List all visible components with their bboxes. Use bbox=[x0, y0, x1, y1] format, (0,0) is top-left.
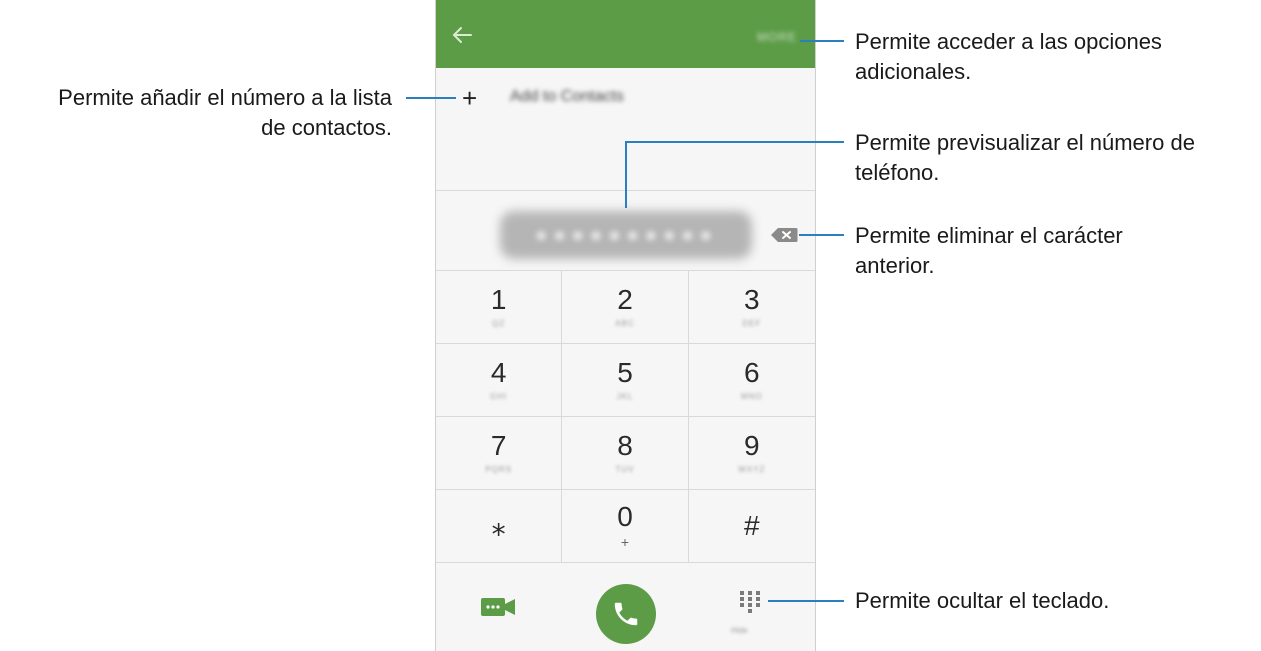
key-digit: ⁎ bbox=[491, 510, 506, 541]
key-digit: 2 bbox=[617, 284, 633, 315]
key-letters: GHI bbox=[490, 392, 508, 401]
more-button[interactable]: MORE bbox=[757, 30, 797, 44]
callout-text: anterior. bbox=[855, 253, 935, 278]
arrow-left-icon[interactable] bbox=[452, 26, 472, 44]
key-hash[interactable]: # bbox=[688, 490, 815, 563]
callout-hide-keypad: Permite ocultar el teclado. bbox=[855, 586, 1109, 616]
key-0[interactable]: 0 + bbox=[562, 490, 689, 563]
key-6[interactable]: 6 MNO bbox=[688, 344, 815, 417]
keypad: 1 QZ 2 ABC 3 DEF 4 GHI 5 JKL 6 MNO 7 PQRS 8 TUV … bbox=[436, 270, 815, 563]
key-digit: 0 bbox=[617, 501, 633, 532]
backspace-icon[interactable] bbox=[770, 227, 798, 243]
callout-text: de contactos. bbox=[261, 115, 392, 140]
add-to-contacts-label: Add to Contacts bbox=[510, 88, 624, 105]
key-digit: 7 bbox=[490, 430, 507, 461]
callout-add-contact: Permite añadir el número a la lista de c… bbox=[8, 83, 392, 143]
callout-text: Permite acceder a las opciones bbox=[855, 29, 1162, 54]
callout-text: teléfono. bbox=[855, 160, 940, 185]
callout-line-more bbox=[800, 40, 844, 42]
plus-icon: + bbox=[462, 83, 478, 113]
add-to-contacts-row[interactable]: + Add to Contacts bbox=[436, 70, 815, 126]
callout-line-add bbox=[406, 97, 456, 99]
video-call-icon[interactable] bbox=[480, 596, 516, 618]
key-letters: WXYZ bbox=[738, 465, 766, 474]
top-bar: MORE bbox=[436, 0, 815, 68]
key-letters: PQRS bbox=[485, 465, 512, 474]
key-digit: 1 bbox=[490, 284, 507, 315]
callout-text: adicionales. bbox=[855, 59, 972, 84]
bottom-actions: Hide bbox=[436, 564, 815, 651]
key-digit: 9 bbox=[744, 430, 760, 461]
key-letters: TUV bbox=[615, 465, 635, 474]
key-9[interactable]: 9 WXYZ bbox=[688, 417, 815, 490]
key-digit: # bbox=[744, 510, 760, 541]
key-star[interactable]: ⁎ bbox=[436, 490, 563, 563]
callout-text: Permite ocultar el teclado. bbox=[855, 588, 1110, 613]
callout-text: Permite añadir el número a la lista bbox=[58, 85, 392, 110]
callout-text: Permite eliminar el carácter bbox=[855, 223, 1123, 248]
key-digit: 8 bbox=[617, 430, 633, 461]
key-letters: DEF bbox=[742, 319, 762, 328]
key-letters: ABC bbox=[615, 319, 635, 328]
callout-preview: Permite previsualizar el número de teléf… bbox=[855, 128, 1195, 188]
key-8[interactable]: 8 TUV bbox=[562, 417, 689, 490]
key-2[interactable]: 2 ABC bbox=[562, 271, 689, 344]
key-digit: 5 bbox=[617, 357, 633, 388]
callout-line-hide bbox=[768, 600, 844, 602]
key-5[interactable]: 5 JKL bbox=[562, 344, 689, 417]
key-digit: 6 bbox=[744, 357, 760, 388]
dialer-screen: MORE + Add to Contacts ●●●●●●●●●● 1 QZ 2 A… bbox=[435, 0, 816, 651]
callout-line-preview-h bbox=[625, 141, 844, 143]
callout-delete: Permite eliminar el carácter anterior. bbox=[855, 221, 1123, 281]
key-letters: MNO bbox=[740, 392, 763, 401]
key-letters: JKL bbox=[616, 392, 634, 401]
callout-line-preview-v bbox=[625, 141, 627, 208]
dialpad-icon[interactable] bbox=[738, 590, 762, 614]
callout-more-options: Permite acceder a las opciones adicional… bbox=[855, 27, 1162, 87]
phone-icon bbox=[614, 602, 638, 626]
key-1[interactable]: 1 QZ bbox=[436, 271, 563, 344]
key-7[interactable]: 7 PQRS bbox=[436, 417, 563, 490]
key-plus-label: + bbox=[620, 534, 630, 550]
key-digit: 3 bbox=[744, 284, 760, 315]
number-preview-text: ●●●●●●●●●● bbox=[534, 222, 718, 247]
callout-text: Permite previsualizar el número de bbox=[855, 130, 1195, 155]
key-digit: 4 bbox=[490, 357, 507, 388]
key-4[interactable]: 4 GHI bbox=[436, 344, 563, 417]
key-3[interactable]: 3 DEF bbox=[688, 271, 815, 344]
hide-keypad-label: Hide bbox=[731, 626, 748, 635]
callout-line-delete bbox=[799, 234, 844, 236]
call-button[interactable] bbox=[596, 584, 656, 644]
key-letters: QZ bbox=[492, 319, 506, 328]
